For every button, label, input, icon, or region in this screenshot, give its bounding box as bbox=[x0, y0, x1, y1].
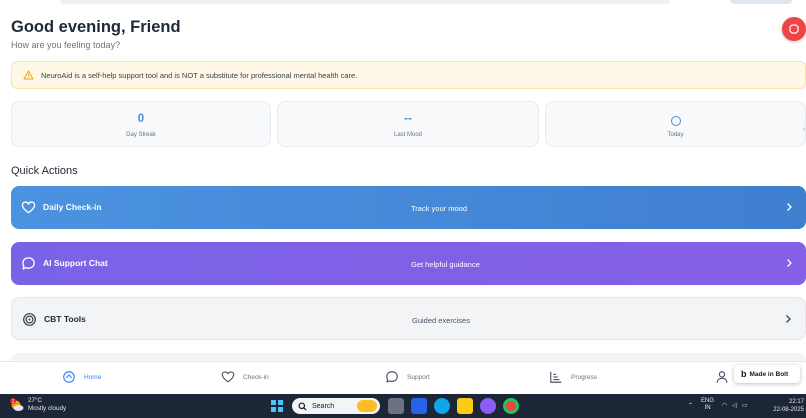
nav-label: Check-in bbox=[243, 373, 269, 381]
disclaimer-banner: NeuroAid is a self-help support tool and… bbox=[11, 61, 806, 89]
scroll-arrow-icon[interactable]: › bbox=[803, 126, 805, 133]
lang-line1: ENG bbox=[701, 398, 715, 404]
browser-top-strip bbox=[0, 0, 806, 6]
chevron-right-icon bbox=[786, 315, 791, 323]
action-title: Daily Check-in bbox=[43, 202, 102, 212]
app-page: Good evening, Friend How are you feeling… bbox=[0, 0, 806, 418]
heart-icon bbox=[21, 201, 36, 214]
weather-widget[interactable]: 1 27°C Mostly cloudy bbox=[9, 397, 66, 413]
chart-icon bbox=[550, 371, 562, 383]
clock-date: 22-08-2025 bbox=[773, 407, 804, 413]
weather-badge: 1 bbox=[12, 399, 15, 405]
mail-icon[interactable] bbox=[411, 398, 427, 414]
tray-chevron-up-icon[interactable]: ⌃ bbox=[688, 402, 693, 409]
chevron-right-icon bbox=[787, 203, 792, 211]
lang-line2: IN bbox=[704, 405, 711, 411]
section-title: Quick Actions bbox=[11, 165, 78, 177]
stat-label: Day Streak bbox=[126, 132, 156, 138]
task-view-icon[interactable] bbox=[388, 398, 404, 414]
nav-label: Progress bbox=[571, 373, 598, 381]
stat-card-mood: -- Last Mood bbox=[277, 101, 539, 147]
stat-card-today: Today › bbox=[545, 101, 806, 147]
bolt-logo: b bbox=[741, 369, 747, 379]
nav-label: Support bbox=[407, 373, 430, 381]
clock-time: 22:17 bbox=[788, 399, 804, 405]
search-highlight-icon bbox=[357, 400, 377, 412]
bottom-navigation: Home Check-in Support Progress bbox=[0, 361, 806, 394]
taskbar-search[interactable]: Search bbox=[292, 398, 380, 414]
action-title: CBT Tools bbox=[44, 314, 86, 324]
stat-label: Today bbox=[667, 132, 684, 138]
wifi-icon[interactable]: ◠ bbox=[722, 402, 727, 409]
ai-support-chat-button[interactable]: AI Support Chat Get helpful guidance bbox=[11, 242, 806, 285]
action-description: Track your mood bbox=[411, 204, 467, 213]
weather-cloud-sun-icon: 1 bbox=[9, 397, 25, 413]
weather-desc: Mostly cloudy bbox=[28, 405, 67, 412]
nav-support[interactable]: Support bbox=[385, 370, 430, 384]
emergency-button[interactable] bbox=[782, 17, 806, 41]
bolt-label: Made in Bolt bbox=[749, 370, 789, 378]
toolbar-button-edge[interactable] bbox=[730, 0, 792, 4]
nav-home[interactable]: Home bbox=[62, 370, 101, 384]
chevron-right-icon bbox=[787, 259, 792, 267]
cbt-tools-button[interactable]: CBT Tools Guided exercises bbox=[11, 297, 806, 340]
windows-start-icon[interactable] bbox=[269, 398, 285, 414]
chrome-icon[interactable] bbox=[503, 398, 519, 414]
action-description: Get helpful guidance bbox=[411, 260, 480, 269]
emergency-icon bbox=[789, 24, 799, 34]
nav-label: Home bbox=[84, 373, 102, 381]
volume-icon[interactable]: ◁ bbox=[732, 402, 737, 409]
circle-icon bbox=[670, 116, 681, 126]
stat-label: Last Mood bbox=[393, 132, 423, 138]
nav-progress[interactable]: Progress bbox=[549, 370, 597, 384]
nav-check-in[interactable]: Check-in bbox=[221, 370, 269, 384]
disclaimer-text: NeuroAid is a self-help support tool and… bbox=[41, 70, 358, 80]
user-icon bbox=[716, 371, 728, 383]
stat-value: 0 bbox=[137, 113, 145, 125]
next-action-card-partial[interactable] bbox=[11, 353, 806, 361]
search-icon bbox=[298, 401, 307, 411]
target-icon bbox=[23, 313, 36, 326]
daily-checkin-button[interactable]: Daily Check-in Track your mood bbox=[11, 186, 806, 229]
system-tray: ⌃ ENG IN ◠ ◁ ▭ bbox=[688, 398, 748, 412]
made-in-bolt-badge[interactable]: b Made in Bolt bbox=[734, 365, 800, 383]
chat-bubble-icon bbox=[386, 371, 398, 383]
taskbar-apps: Search bbox=[269, 396, 526, 416]
copilot-icon[interactable] bbox=[480, 398, 496, 414]
search-label: Search bbox=[312, 402, 335, 410]
page-subtitle: How are you feeling today? bbox=[11, 40, 121, 50]
stat-card-streak: 0 Day Streak bbox=[11, 101, 271, 147]
battery-icon[interactable]: ▭ bbox=[742, 402, 748, 409]
action-title: AI Support Chat bbox=[43, 258, 108, 268]
taskbar-clock[interactable]: 22:17 22-08-2025 bbox=[773, 398, 804, 414]
heart-icon bbox=[221, 371, 235, 383]
warning-icon bbox=[23, 70, 34, 80]
page-title: Good evening, Friend bbox=[11, 18, 181, 36]
action-description: Guided exercises bbox=[412, 316, 470, 325]
language-indicator[interactable]: ENG IN bbox=[701, 398, 714, 412]
home-icon bbox=[63, 371, 75, 383]
file-explorer-icon[interactable] bbox=[457, 398, 473, 414]
weather-temp: 27°C bbox=[28, 397, 43, 404]
windows-taskbar: 1 27°C Mostly cloudy Search ⌃ ENG IN ◠ ◁… bbox=[0, 394, 806, 418]
edge-browser-icon[interactable] bbox=[434, 398, 450, 414]
stat-value: -- bbox=[404, 113, 412, 125]
address-bar-edge[interactable] bbox=[60, 0, 670, 4]
chat-bubble-icon bbox=[22, 257, 35, 270]
